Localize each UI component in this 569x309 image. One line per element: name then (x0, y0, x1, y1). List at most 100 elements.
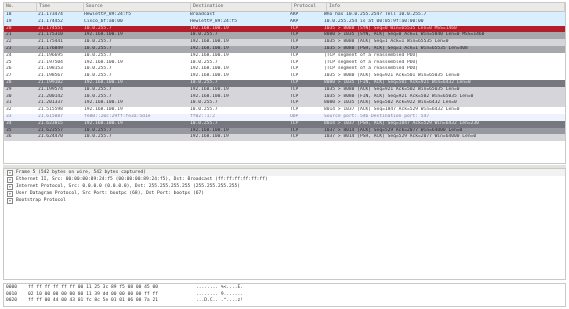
packet-row[interactable]: 33 21.615887 fe80::20c:29ff:fe3a:5d1e ff02:… (4, 113, 565, 121)
packet-time: 21.624470 (38, 134, 63, 140)
detail-text: Ethernet II, Src: 00:00:00:89:24:f5 (00:… (16, 177, 268, 182)
packet-source: 192.168.100.19 (84, 59, 123, 65)
packet-source: 192.168.100.19 (84, 100, 123, 106)
detail-text: User Datagram Protocol, Src Port: bootpc… (16, 191, 205, 196)
packet-row[interactable]: 19 21.174452 Cisco_6f:a0:00 HewlettP_89:24:… (4, 18, 565, 26)
packet-bytes-pane[interactable]: 0000 ff ff ff ff ff ff 00 11 25 3c 89 f5… (3, 283, 566, 307)
detail-row-frame[interactable]: + Frame 5 (542 bytes on wire, 542 bytes … (4, 169, 565, 176)
packet-destination: ff02::1:2 (190, 113, 215, 119)
packet-destination: 10.0.255.7 (190, 59, 218, 65)
packet-no: 25 (6, 59, 12, 65)
packet-row[interactable]: 26 21.198153 10.0.255.7 192.168.100.19 TCP [T… (4, 66, 565, 74)
packet-details-pane[interactable]: + Frame 5 (542 bytes on wire, 542 bytes … (3, 168, 566, 280)
packet-row[interactable]: 18 21.173474 HewlettP_89:24:f5 Broadcast ARP… (4, 12, 565, 19)
packet-info: 1035 > 8080 [SYN] Seq=0 Win=65535 Len=0 … (324, 25, 457, 31)
packet-row[interactable]: 27 21.198567 10.0.255.7 192.168.100.19 TCP 10… (4, 73, 565, 80)
packet-row[interactable]: 25 21.197504 192.168.100.19 10.0.255.7 TCP [T… (4, 59, 565, 67)
packet-source: 10.0.255.7 (84, 25, 112, 31)
expand-icon[interactable]: + (7, 169, 13, 176)
packet-time: 21.199102 (38, 79, 63, 85)
column-header-no[interactable]: No. (4, 3, 37, 11)
packet-no: 19 (6, 18, 12, 24)
packet-protocol: TCP (290, 25, 299, 31)
packet-rows: 18 21.173474 HewlettP_89:24:f5 Broadcast ARP… (4, 12, 565, 142)
packet-destination: 10.0.255.7 (190, 32, 218, 38)
packet-destination: HewlettP_89:24:f5 (190, 18, 238, 24)
packet-protocol: TCP (290, 79, 299, 85)
detail-row-ip[interactable]: + Internet Protocol, Src: 0.0.0.0 (0.0.0… (4, 183, 565, 190)
packet-row[interactable]: 32 21.515598 192.168.100.19 10.0.255.7 TCP 80… (4, 107, 565, 114)
detail-text: Internet Protocol, Src: 0.0.0.0 (0.0.0.0… (16, 184, 241, 189)
bytes-hex[interactable]: ff ff 00 44 00 43 01 fc 8c 5e 01 01 06 0… (28, 298, 196, 305)
packet-destination: 10.0.255.7 (190, 120, 218, 126)
packet-time: 21.623015 (38, 120, 63, 126)
packet-time: 21.173474 (38, 12, 63, 17)
packet-row[interactable]: 21 21.175310 192.168.100.19 10.0.255.7 TCP 80… (4, 32, 565, 40)
packet-time: 21.174551 (38, 25, 63, 31)
column-header-info[interactable]: Info (327, 3, 565, 11)
packet-protocol: TCP (290, 86, 299, 92)
packet-info: 8014 > 1037 [PSH, ACK] Seq=1847 Ack=529 … (324, 120, 479, 126)
packet-no: 28 (6, 79, 12, 85)
packet-destination: 192.168.100.19 (190, 66, 229, 72)
column-header-protocol[interactable]: Protocol (292, 3, 327, 11)
bytes-ascii[interactable]: ...D.C.. .^....z! (196, 298, 276, 305)
packet-time: 21.199574 (38, 86, 63, 92)
packet-list-pane[interactable]: No. Time Source Destination Protocol Inf… (3, 2, 566, 164)
column-header-destination[interactable]: Destination (191, 3, 292, 11)
packet-info: [TCP segment of a reassembled PDU] (324, 59, 419, 65)
packet-row[interactable]: 28 21.199102 192.168.100.19 10.0.255.7 TCP 80… (4, 79, 565, 87)
packet-source: 10.0.255.7 (84, 86, 112, 92)
packet-source: 10.0.255.7 (84, 93, 112, 99)
packet-row[interactable]: 23 21.176049 10.0.255.7 192.168.100.19 TCP 10… (4, 45, 565, 53)
packet-list-header: No. Time Source Destination Protocol Inf… (4, 3, 565, 12)
packet-destination: 192.168.100.19 (190, 134, 229, 140)
packet-no: 26 (6, 66, 12, 72)
detail-row-udp[interactable]: + User Datagram Protocol, Src Port: boot… (4, 190, 565, 197)
packet-row[interactable]: 31 21.201337 192.168.100.19 10.0.255.7 TCP 80… (4, 100, 565, 108)
packet-destination: 10.0.255.7 (190, 107, 218, 113)
expand-icon[interactable]: + (7, 183, 13, 190)
packet-info: [TCP segment of a reassembled PDU] (324, 66, 419, 72)
packet-source: 192.168.100.19 (84, 32, 123, 38)
detail-text: Bootstrap Protocol (16, 198, 66, 203)
packet-no: 33 (6, 113, 12, 119)
packet-protocol: TCP (290, 120, 299, 126)
packet-info: [TCP segment of a reassembled PDU] (324, 52, 419, 58)
packet-row[interactable]: 35 21.623557 10.0.255.7 192.168.100.19 TCP 10… (4, 127, 565, 135)
packet-protocol: TCP (290, 66, 299, 72)
packet-no: 21 (6, 32, 12, 38)
detail-text: Frame 5 (542 bytes on wire, 542 bytes ca… (16, 170, 146, 175)
packet-info: 1035 > 8080 [ACK] Seq=921 Ack=501 Win=65… (324, 73, 460, 79)
packet-source: Cisco_6f:a0:00 (84, 18, 123, 24)
packet-info: 8080 > 1035 [ACK] Seq=502 Ack=922 Win=64… (324, 100, 457, 106)
packet-time: 21.198153 (38, 66, 63, 72)
packet-protocol: ARP (290, 18, 299, 24)
packet-time: 21.200142 (38, 93, 63, 99)
packet-protocol: TCP (290, 59, 299, 65)
detail-row-bootp[interactable]: + Bootstrap Protocol (4, 197, 565, 204)
packet-row[interactable]: 30 21.200142 10.0.255.7 192.168.100.19 TCP 10… (4, 93, 565, 101)
packet-info: 8014 > 1037 [ACK] Seq=1847 Ack=529 Win=6… (324, 107, 460, 113)
packet-info: 1035 > 8080 [FIN, ACK] Seq=921 Ack=502 W… (324, 93, 474, 99)
packet-no: 34 (6, 120, 12, 126)
expand-icon[interactable]: + (7, 176, 13, 183)
bytes-offset: 0020 (6, 298, 18, 303)
expand-icon[interactable]: + (7, 190, 13, 197)
packet-row[interactable]: 34 21.623015 192.168.100.19 10.0.255.7 TCP 80… (4, 120, 565, 128)
column-header-source[interactable]: Source (84, 3, 191, 11)
packet-row[interactable]: 20 21.174551 10.0.255.7 192.168.100.19 TCP 10… (4, 25, 565, 33)
packet-info: 10.0.255.254 is at 00:05:9f:a0:00:00 (324, 18, 424, 24)
detail-row-ethernet[interactable]: + Ethernet II, Src: 00:00:00:89:24:f5 (0… (4, 176, 565, 183)
packet-info: 8080 > 1035 [SYN, ACK] Seq=0 Ack=1 Win=5… (324, 32, 485, 38)
packet-no: 30 (6, 93, 12, 99)
packet-row[interactable]: 24 21.196695 10.0.255.7 192.168.100.19 TCP [T… (4, 52, 565, 60)
packet-row[interactable]: 36 21.624470 10.0.255.7 192.168.100.19 TCP 10… (4, 134, 565, 142)
column-header-time[interactable]: Time (37, 3, 84, 11)
packet-row[interactable]: 22 21.175441 10.0.255.7 192.168.100.19 TCP 10… (4, 39, 565, 46)
packet-time: 21.196695 (38, 52, 63, 58)
packet-no: 18 (6, 12, 12, 17)
expand-icon[interactable]: + (7, 197, 13, 204)
packet-row[interactable]: 29 21.199574 10.0.255.7 192.168.100.19 TCP 10… (4, 86, 565, 94)
packet-destination: 10.0.255.7 (190, 79, 218, 85)
